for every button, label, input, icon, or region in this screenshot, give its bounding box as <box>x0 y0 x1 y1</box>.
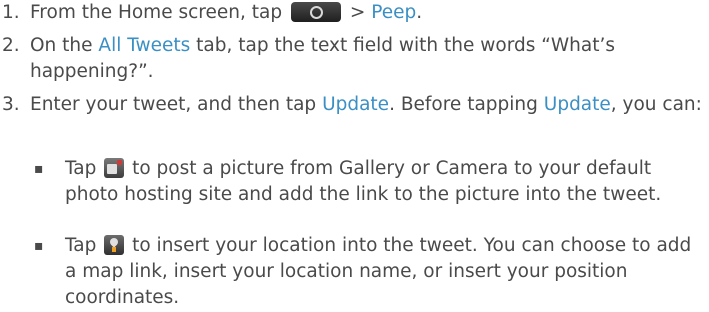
update-label: Update <box>322 94 390 115</box>
step-text: Enter your tweet, and then tap Update. B… <box>30 94 702 115</box>
bullet-text: Tap to post a picture from Gallery or Ca… <box>65 158 662 205</box>
tab-name-all-tweets: All Tweets <box>98 35 191 56</box>
camera-icon <box>104 158 125 178</box>
location-icon <box>104 235 125 255</box>
update-label: Update <box>543 94 611 115</box>
step-text: From the Home screen, tap > Peep. <box>30 2 423 23</box>
step-number: 3. <box>2 94 20 115</box>
bullet-marker: ▪ <box>34 238 44 254</box>
step-number: 1. <box>2 2 20 23</box>
bullet-text: Tap to insert your location into the twe… <box>65 235 692 308</box>
instructions-document: 1. From the Home screen, tap > Peep. 2. … <box>0 0 709 312</box>
step-number: 2. <box>2 35 20 56</box>
step-text: On the All Tweets tab, tap the text fiel… <box>30 35 615 82</box>
home-screen-app-icon <box>290 2 341 22</box>
bullet-marker: ▪ <box>34 161 44 177</box>
app-name-peep: Peep <box>371 2 417 23</box>
